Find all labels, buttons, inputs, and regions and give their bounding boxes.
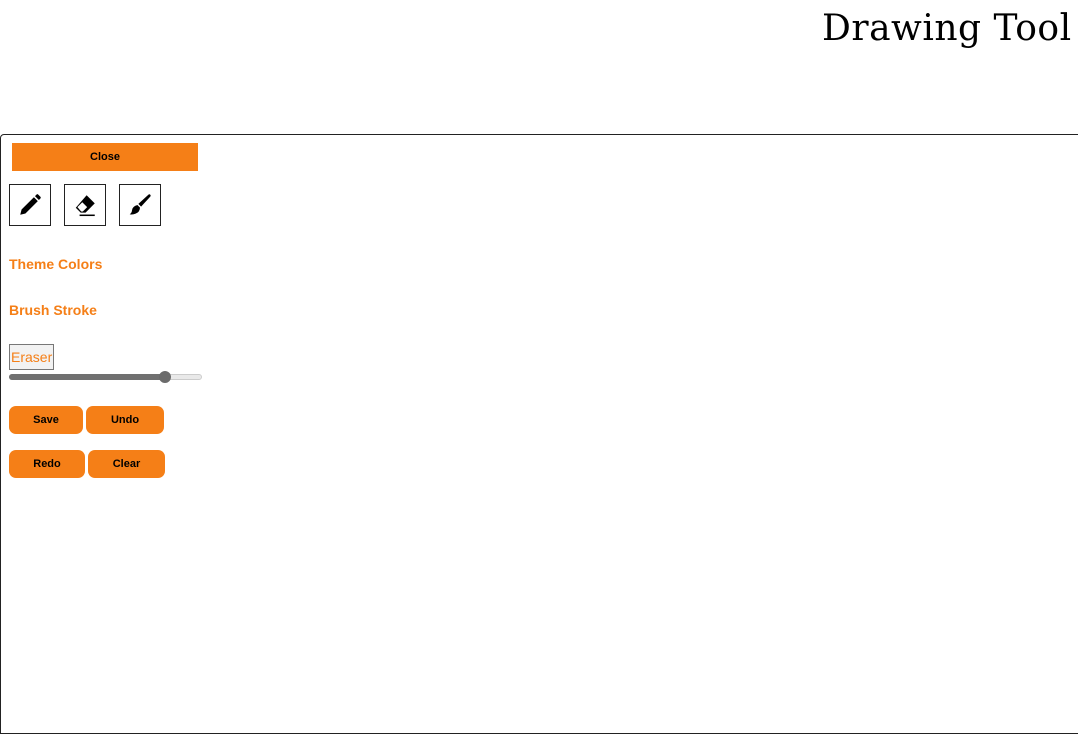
clear-button[interactable]: Clear — [88, 450, 165, 478]
pencil-tool-button[interactable] — [9, 184, 51, 226]
eraser-size-slider[interactable] — [9, 371, 202, 383]
slider-thumb[interactable] — [159, 371, 172, 383]
eraser-icon — [75, 195, 95, 217]
undo-button[interactable]: Undo — [86, 406, 164, 434]
page-title: Drawing Tool — [822, 8, 1072, 49]
save-button[interactable]: Save — [9, 406, 83, 434]
brush-stroke-heading: Brush Stroke — [9, 302, 97, 318]
brush-tool-button[interactable] — [119, 184, 161, 226]
redo-button[interactable]: Redo — [9, 450, 85, 478]
theme-colors-heading: Theme Colors — [9, 256, 103, 272]
drawing-canvas[interactable] — [0, 134, 1078, 734]
eraser-tool-button[interactable] — [64, 184, 106, 226]
pencil-icon — [20, 194, 41, 215]
brush-icon — [129, 194, 151, 215]
slider-fill — [9, 374, 166, 380]
eraser-size-label[interactable]: Eraser — [9, 344, 55, 370]
close-button[interactable]: Close — [12, 143, 198, 171]
